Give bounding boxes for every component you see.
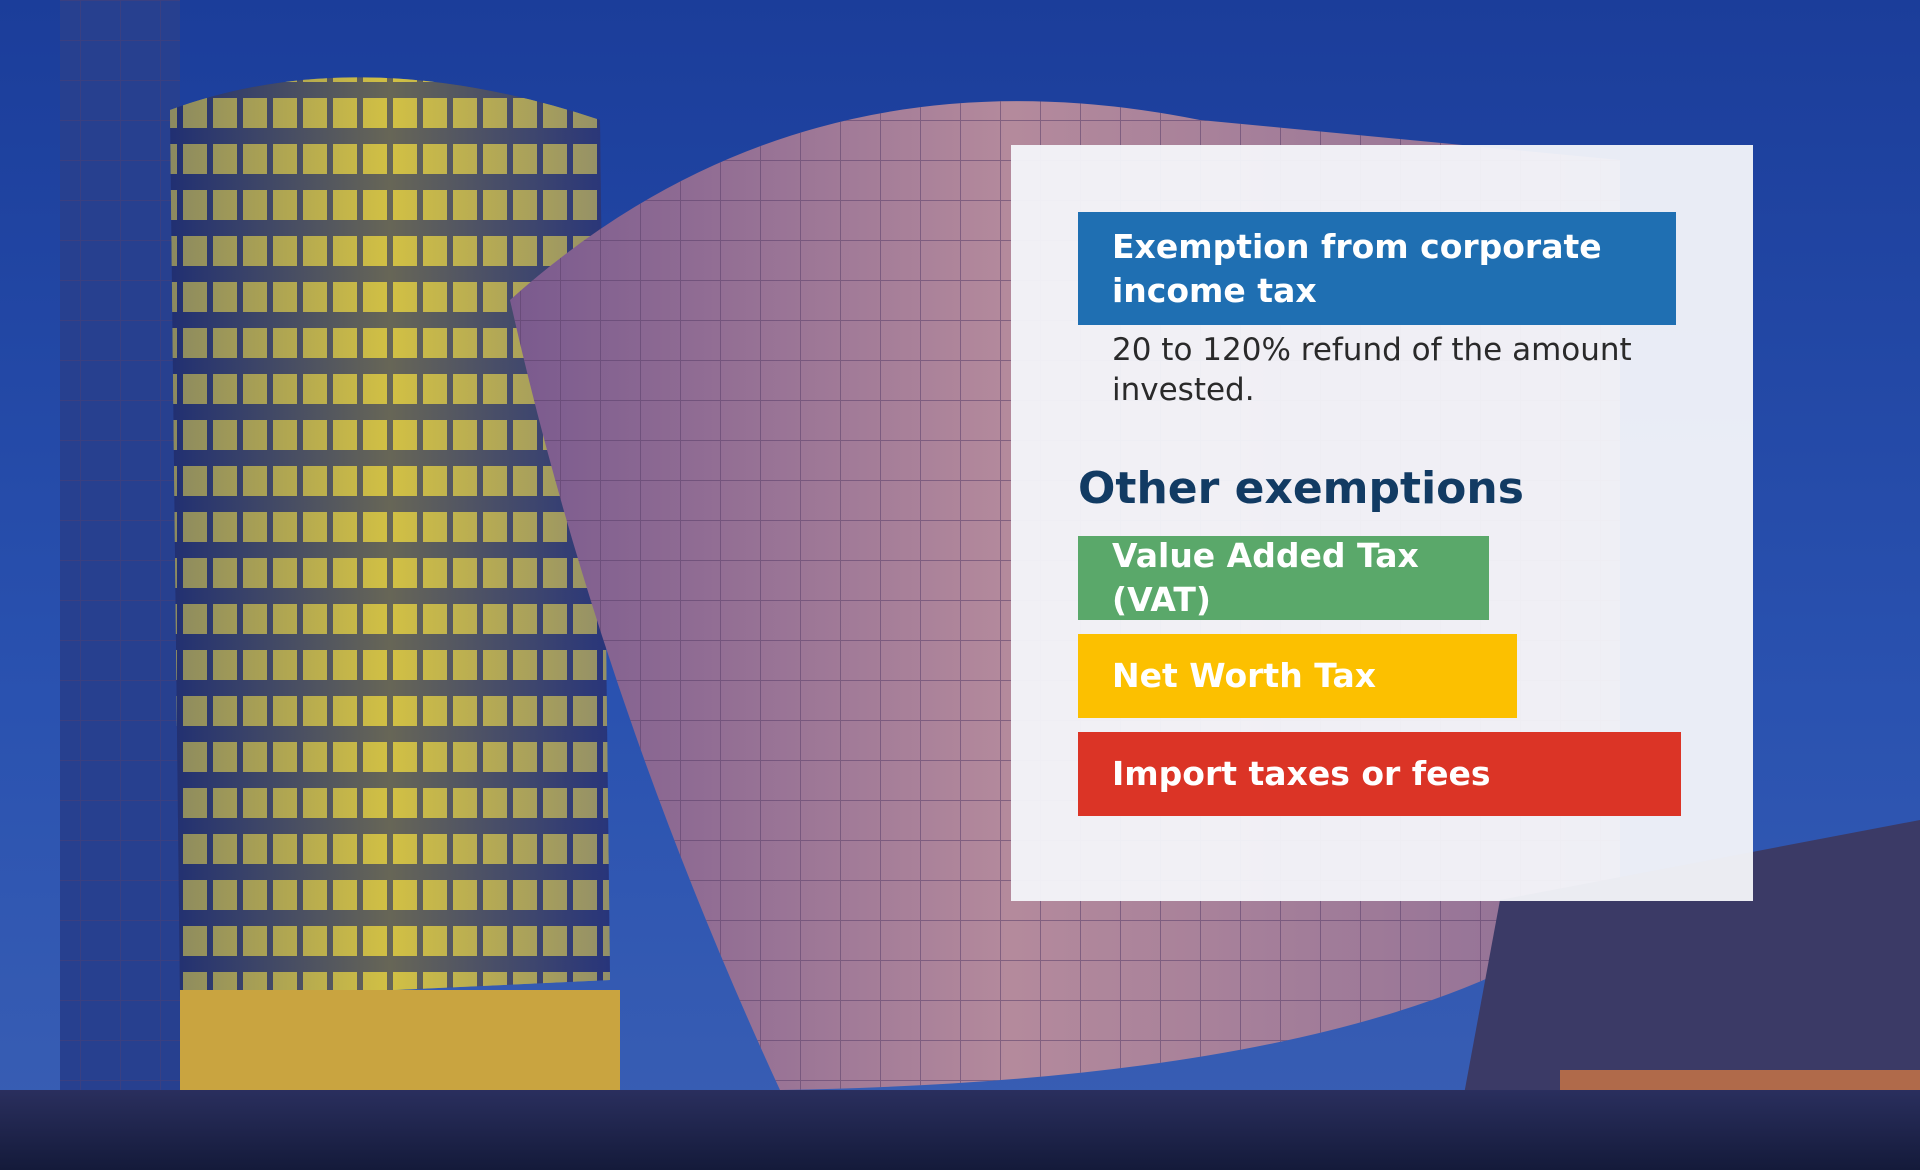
corporate-tax-exemption-banner: Exemption from corporate income tax [1078, 212, 1676, 325]
corporate-tax-exemption-title: Exemption from corporate income tax [1112, 226, 1602, 310]
other-exemptions-heading: Other exemptions [1078, 463, 1524, 514]
net-worth-tax-label: Net Worth Tax [1112, 656, 1376, 696]
vat-exemption-bar: Value Added Tax (VAT) [1078, 536, 1489, 620]
tax-exemptions-card: Exemption from corporate income tax 20 t… [1011, 145, 1753, 901]
import-taxes-label: Import taxes or fees [1112, 754, 1491, 794]
corporate-tax-exemption-description: 20 to 120% refund of the amount invested… [1112, 332, 1632, 409]
vat-exemption-label: Value Added Tax (VAT) [1112, 536, 1419, 619]
import-taxes-bar: Import taxes or fees [1078, 732, 1681, 816]
net-worth-tax-bar: Net Worth Tax [1078, 634, 1517, 718]
slide: Exemption from corporate income tax 20 t… [0, 0, 1920, 1170]
